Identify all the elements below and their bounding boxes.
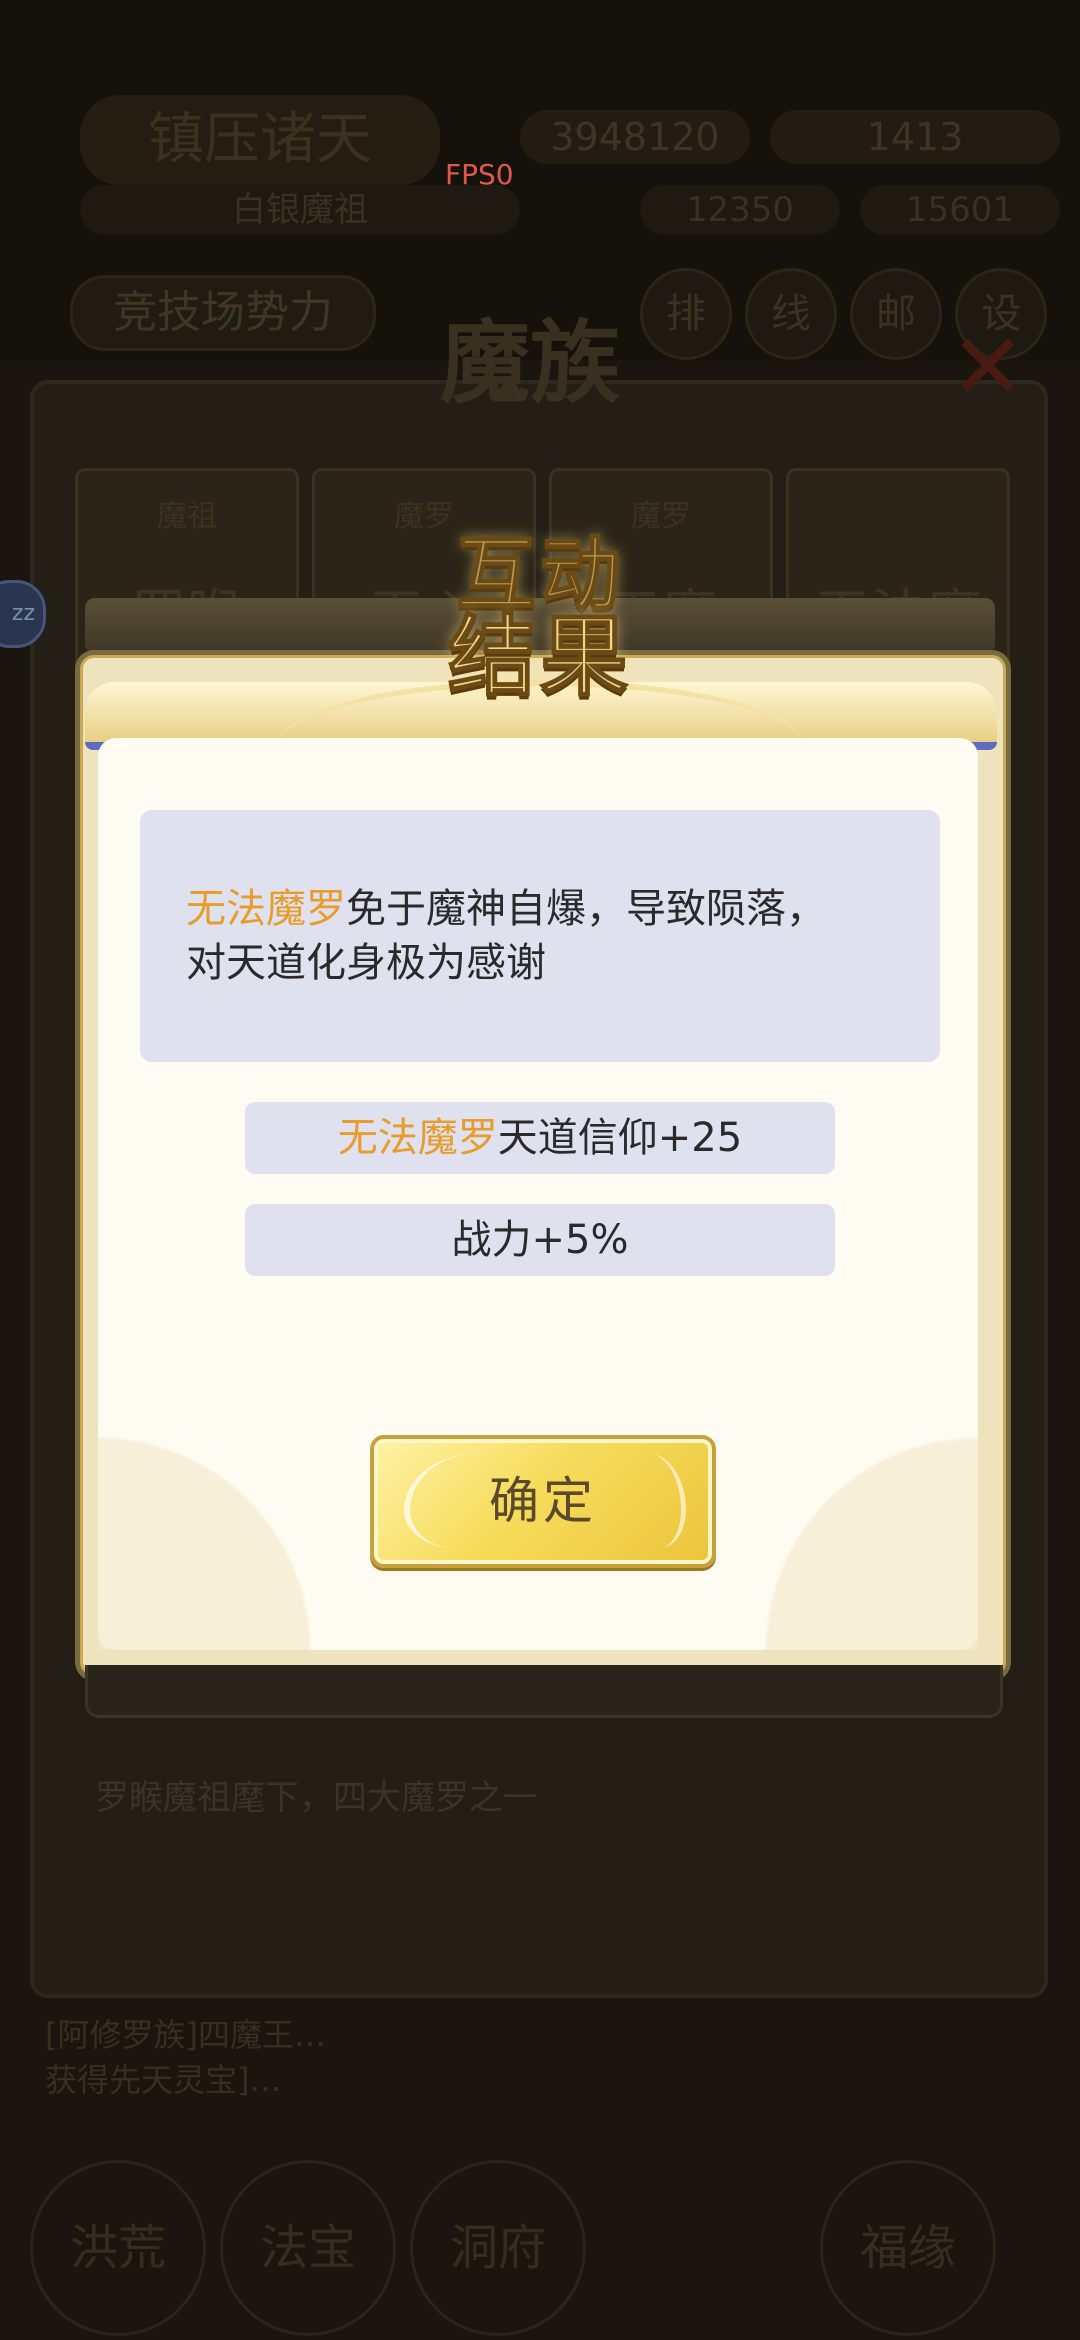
result-message: 无法魔罗免于魔神自爆，导致陨落， 对天道化身极为感谢 (140, 810, 940, 1062)
confirm-button-label: 确定 (489, 1472, 597, 1530)
line-round-button: 线 (745, 268, 837, 360)
log-line: 获得先天灵宝]… (45, 2061, 282, 2099)
decorative-swirl-icon (698, 1390, 978, 1650)
decorative-swirl-icon (98, 1390, 378, 1650)
stat-1: 3948120 (520, 110, 750, 164)
row2-right: 15601 (860, 185, 1060, 235)
reward-item: 无法魔罗天道信仰+25 (245, 1102, 835, 1174)
log-line: [阿修罗族]四魔王… (45, 2016, 326, 2054)
reward-text: 战力+5% (451, 1217, 629, 1263)
stat-2: 1413 (770, 110, 1060, 164)
dialog-shadow-base (85, 1665, 1003, 1718)
row2-left: 白银魔祖 (80, 185, 520, 235)
message-line-2: 对天道化身极为感谢 (186, 940, 546, 986)
rank-round-button: 排 (640, 268, 732, 360)
reward-item: 战力+5% (245, 1204, 835, 1276)
bottom-nav-button: 福缘 (820, 2160, 996, 2336)
reward-text: 天道信仰+25 (497, 1115, 743, 1161)
arena-button: 竞技场势力 (70, 275, 376, 351)
top-title: 镇压诸天 (80, 95, 440, 185)
mail-round-button: 邮 (850, 268, 942, 360)
faction-panel-title: 魔族 (440, 310, 620, 416)
bottom-nav-button: 洞府 (410, 2160, 586, 2336)
bottom-nav-button: 法宝 (220, 2160, 396, 2336)
character-description: 罗睺魔祖麾下，四大魔罗之一 (95, 1778, 537, 1818)
close-icon: ✕ (950, 315, 1026, 420)
reward-character-name: 无法魔罗 (337, 1115, 498, 1161)
fps-counter: FPS0 (445, 158, 514, 191)
bottom-nav-button: 洪荒 (30, 2160, 206, 2336)
row2-mid: 12350 (640, 185, 840, 235)
message-line-1: 无法魔罗免于魔神自爆，导致陨落， (186, 882, 894, 936)
button-shine-icon (621, 1453, 686, 1548)
dialog-title-line-2: 结果 (447, 603, 632, 709)
confirm-button[interactable]: 确定 (370, 1435, 716, 1568)
message-text-1: 免于魔神自爆，导致陨落， (346, 886, 826, 932)
message-character-name: 无法魔罗 (186, 886, 346, 932)
